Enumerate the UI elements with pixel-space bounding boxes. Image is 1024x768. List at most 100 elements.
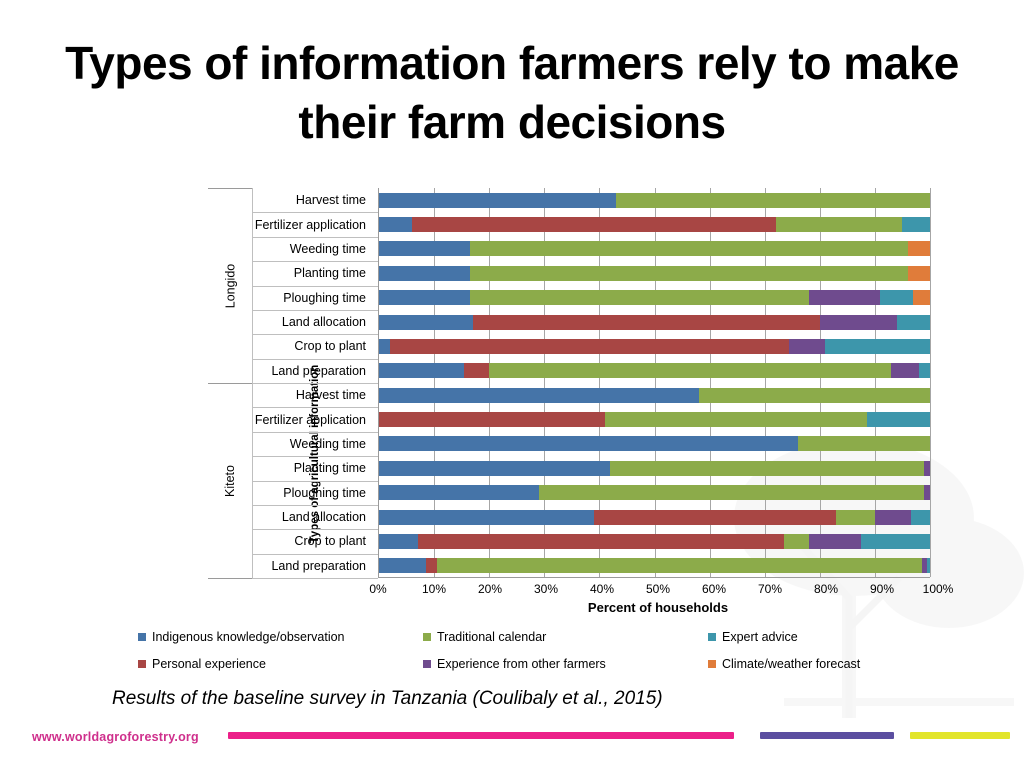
footer-bar-yellow [910, 732, 1010, 739]
bar-segment [797, 436, 930, 452]
x-axis-ticks: 0% 10% 20% 30% 40% 50% 60% 70% 80% 90% 100% [369, 582, 953, 598]
bar-segment [604, 412, 867, 428]
bar-segment [819, 314, 897, 330]
footer-bar-pink [228, 732, 734, 739]
legend-row: Personal experience Experience from other… [138, 657, 928, 671]
bar-segment [379, 533, 418, 549]
bar-segment [907, 241, 930, 257]
table-row [379, 533, 930, 549]
category-label: Harvest time [295, 193, 366, 208]
legend-item[interactable]: Expert advice [708, 630, 928, 644]
x-tick-label: 90% [869, 582, 895, 596]
category-label: Harvest time [295, 388, 366, 403]
x-tick-label: 60% [701, 582, 727, 596]
bar-segment [924, 485, 930, 501]
bar-segment [379, 509, 594, 525]
bar-segment [464, 363, 490, 379]
bar-segment [489, 363, 892, 379]
table-row [379, 192, 930, 208]
legend-item[interactable]: Indigenous knowledge/observation [138, 630, 423, 644]
bar-segment [775, 217, 903, 233]
footer-url: www.worldagroforestry.org [32, 730, 199, 744]
bar-segment [379, 412, 605, 428]
source-caption: Results of the baseline survey in Tanzan… [112, 688, 663, 709]
bar-segment [924, 460, 930, 476]
legend-item[interactable]: Experience from other farmers [423, 657, 708, 671]
bar-segment [902, 217, 930, 233]
legend-label: Traditional calendar [437, 630, 547, 644]
x-axis-title: Percent of households [587, 600, 729, 615]
table-row [379, 509, 930, 525]
bar-segment [379, 387, 699, 403]
bar-segment [436, 558, 922, 574]
legend-swatch-icon [138, 660, 146, 668]
legend-item[interactable]: Personal experience [138, 657, 423, 671]
bar-segment [615, 192, 930, 208]
legend-label: Climate/weather forecast [722, 657, 861, 671]
category-separator [252, 578, 378, 579]
table-row [379, 460, 930, 476]
legend-label: Indigenous knowledge/observation [152, 630, 345, 644]
bar-segment [783, 533, 809, 549]
table-row [379, 314, 930, 330]
legend: Indigenous knowledge/observation Traditio… [138, 630, 928, 684]
table-row [379, 265, 930, 281]
bar-segment [379, 192, 616, 208]
table-row [379, 290, 930, 306]
legend-item[interactable]: Traditional calendar [423, 630, 708, 644]
category-label: Land allocation [281, 315, 366, 330]
bar-segment [910, 509, 930, 525]
x-tick-label: 100% [922, 582, 954, 596]
gridline [930, 188, 931, 577]
legend-swatch-icon [708, 660, 716, 668]
bar-segment [412, 217, 776, 233]
category-label: Fertilizer application [254, 412, 366, 427]
x-tick-label: 40% [589, 582, 615, 596]
bar-segment [379, 290, 470, 306]
category-label: Land allocation [281, 510, 366, 525]
bar-segment [469, 241, 908, 257]
bar-segment [469, 290, 809, 306]
bar-segment [874, 509, 911, 525]
bar-segment [472, 314, 820, 330]
bar-segment [379, 485, 539, 501]
x-tick-label: 70% [757, 582, 783, 596]
chart: Types of agricultural information Longid… [208, 188, 931, 579]
bar-rows [379, 188, 930, 577]
bar-segment [379, 217, 413, 233]
table-row [379, 387, 930, 403]
category-label: Crop to plant [294, 339, 366, 354]
bar-segment [896, 314, 930, 330]
table-row [379, 217, 930, 233]
bar-segment [789, 338, 826, 354]
legend-item[interactable]: Climate/weather forecast [708, 657, 928, 671]
bar-segment [913, 290, 930, 306]
bar-segment [379, 363, 465, 379]
x-tick-label: 50% [645, 582, 671, 596]
bar-segment [927, 558, 930, 574]
bar-segment [417, 533, 784, 549]
group-separator [208, 578, 252, 579]
bar-segment [379, 241, 470, 257]
bar-segment [390, 338, 790, 354]
bar-segment [808, 533, 862, 549]
legend-swatch-icon [708, 633, 716, 641]
category-label: Crop to plant [294, 534, 366, 549]
bar-segment [891, 363, 919, 379]
page-title: Types of information farmers rely to mak… [65, 37, 959, 148]
bar-segment [861, 533, 930, 549]
bar-segment [379, 338, 391, 354]
legend-label: Personal experience [152, 657, 266, 671]
bar-segment [379, 436, 798, 452]
bar-segment [538, 485, 925, 501]
category-label: Weeding time [289, 241, 366, 256]
bar-segment [918, 363, 930, 379]
table-row [379, 558, 930, 574]
category-label: Ploughing time [283, 290, 366, 305]
category-label: Planting time [293, 461, 366, 476]
footer-bar-purple [760, 732, 894, 739]
bar-segment [593, 509, 837, 525]
category-label: Weeding time [289, 436, 366, 451]
legend-swatch-icon [423, 660, 431, 668]
table-row [379, 363, 930, 379]
